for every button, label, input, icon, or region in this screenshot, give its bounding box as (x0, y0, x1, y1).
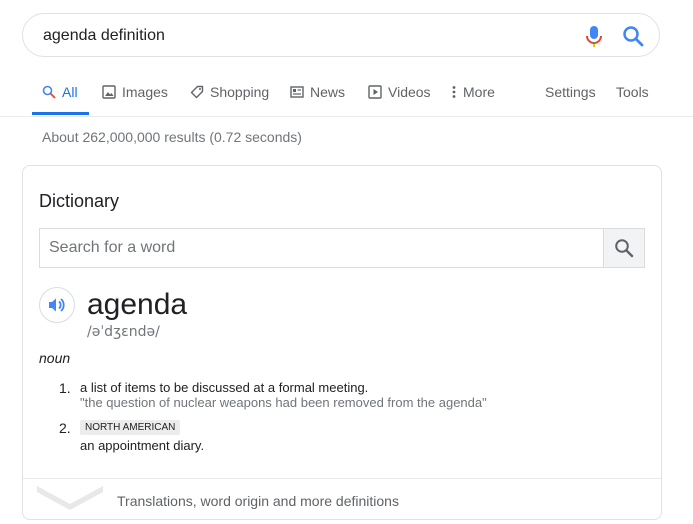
tag-icon (190, 85, 204, 99)
image-icon (102, 85, 116, 99)
microphone-icon[interactable] (584, 25, 604, 47)
word-search-box (39, 228, 645, 268)
tools-link[interactable]: Tools (616, 84, 649, 100)
region-badge: NORTH AMERICAN (80, 420, 181, 435)
headword: agenda (87, 288, 188, 321)
tab-label: News (310, 84, 346, 100)
play-icon (368, 85, 382, 99)
more-vert-icon (452, 86, 456, 98)
tab-label: Images (122, 84, 168, 100)
search-icon (615, 239, 634, 258)
more-definitions-footer[interactable]: Translations, word origin and more defin… (23, 478, 661, 520)
settings-link[interactable]: Settings (545, 84, 596, 100)
card-title: Dictionary (39, 191, 120, 211)
search-icon[interactable] (622, 25, 644, 47)
sense-number: 2. (59, 420, 71, 436)
chevron-down-icon (37, 486, 103, 510)
sense-example: "the question of nuclear weapons had bee… (80, 395, 487, 410)
tab-label: More (463, 84, 495, 100)
active-tab-indicator (32, 112, 89, 115)
tab-label: Shopping (210, 84, 270, 100)
sense-number: 1. (59, 380, 71, 396)
sense-definition: an appointment diary. (80, 438, 205, 453)
tab-shopping[interactable]: Shopping (190, 84, 269, 100)
tab-all[interactable]: All (42, 84, 78, 100)
tab-label: All (62, 84, 78, 100)
tab-news[interactable]: News (290, 84, 345, 100)
tab-videos[interactable]: Videos (368, 84, 431, 100)
tab-label: Videos (388, 84, 431, 100)
part-of-speech: noun (39, 350, 71, 366)
search-box[interactable]: agenda definition (22, 13, 660, 57)
word-search-input[interactable] (40, 229, 604, 267)
pronunciation-button[interactable] (39, 287, 75, 323)
tab-images[interactable]: Images (102, 84, 168, 100)
tab-more[interactable]: More (451, 84, 495, 100)
speaker-icon (49, 298, 65, 312)
tools-label: Tools (616, 84, 649, 100)
word-search-button[interactable] (603, 229, 644, 267)
footer-label: Translations, word origin and more defin… (117, 493, 399, 509)
result-stats: About 262,000,000 results (0.72 seconds) (42, 129, 302, 145)
search-input[interactable]: agenda definition (43, 27, 165, 45)
sense-definition: a list of items to be discussed at a for… (80, 380, 369, 395)
settings-label: Settings (545, 84, 596, 100)
search-icon (42, 85, 56, 99)
dictionary-card: Dictionary agenda /əˈdʒɛndə/ noun 1. a l… (22, 165, 662, 520)
newspaper-icon (290, 86, 304, 98)
phonetic: /əˈdʒɛndə/ (87, 324, 160, 340)
search-tabs: All Images Shopping News Videos More Set… (0, 70, 693, 117)
